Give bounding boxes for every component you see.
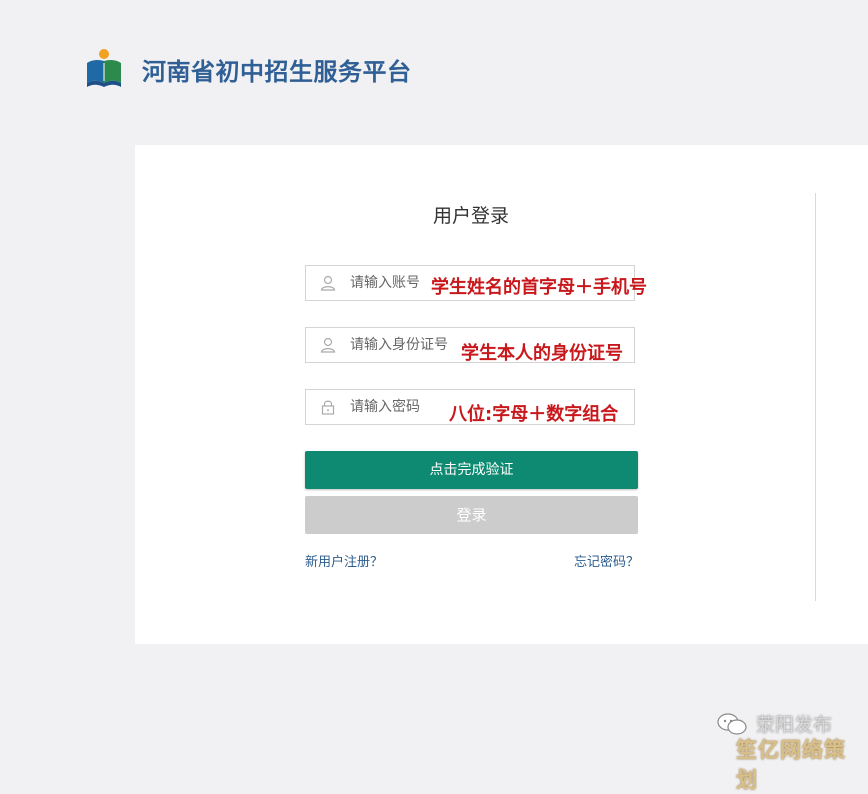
id-hint: 学生本人的身份证号 (461, 343, 623, 364)
login-title: 用户登录 (432, 205, 509, 227)
verify-button[interactable]: 点击完成验证 (305, 451, 638, 489)
login-card: 用户登录 学生姓名的首字母＋手机号 学生本人的身份证号 八位:字母＋数字组合 点… (135, 145, 868, 644)
user-icon (320, 275, 336, 291)
forgot-password-link[interactable]: 忘记密码？ (574, 551, 639, 570)
watermark-name: 荥阳发布 (756, 714, 833, 736)
watermark: 荥阳发布 笙亿网络策划 (716, 708, 866, 792)
site-logo (87, 49, 121, 87)
lock-icon (321, 400, 335, 415)
chat-bubble-icon (717, 713, 747, 735)
watermark-sub: 笙亿网络策划 (736, 738, 846, 792)
login-button[interactable]: 登录 (305, 496, 638, 534)
user-icon (320, 337, 336, 353)
site-title: 河南省初中招生服务平台 (142, 57, 412, 86)
site-header: 河南省初中招生服务平台 (84, 46, 412, 92)
card-divider (815, 193, 816, 601)
register-link[interactable]: 新用户注册？ (305, 551, 383, 570)
password-hint: 八位:字母＋数字组合 (449, 404, 619, 425)
account-hint: 学生姓名的首字母＋手机号 (431, 277, 647, 298)
